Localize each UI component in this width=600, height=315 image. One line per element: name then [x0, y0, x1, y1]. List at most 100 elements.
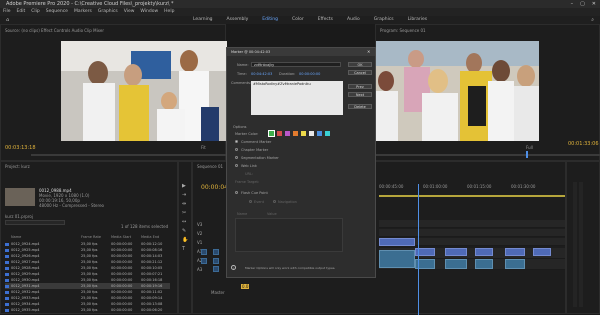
pen-tool-icon[interactable]: ✎: [182, 227, 188, 236]
audio-clip[interactable]: [505, 259, 525, 269]
video-clip[interactable]: [445, 248, 467, 256]
type-comment-marker[interactable]: Comment Marker: [241, 140, 271, 144]
search-icon[interactable]: ⌕: [591, 16, 594, 24]
source-monitor-tab[interactable]: Source: (no clips) Effect Controls Audio…: [5, 28, 104, 33]
project-row[interactable]: 0012_0935.mp4 25,00 fps 00:00:00:00 00:00:0…: [5, 307, 170, 313]
audio-clip[interactable]: [379, 250, 415, 268]
menu-sequence[interactable]: Sequence: [46, 8, 68, 16]
next-button[interactable]: Next: [348, 92, 372, 97]
ruler-label: 00:01:00:00: [423, 184, 448, 189]
program-scrub-bar[interactable]: [376, 154, 600, 156]
radio-event[interactable]: [249, 200, 252, 203]
info-icon: i: [231, 265, 236, 270]
menu-help[interactable]: Help: [164, 8, 174, 16]
program-zoom-select[interactable]: Full: [526, 145, 533, 150]
source-patch-a1[interactable]: [201, 258, 207, 264]
radio-chapter-marker[interactable]: [235, 148, 238, 151]
source-scrub-bar[interactable]: [31, 154, 227, 156]
cancel-button[interactable]: Cancel: [348, 70, 372, 75]
workspace-editing[interactable]: Editing: [262, 16, 278, 24]
selection-tool-icon[interactable]: ▶: [182, 182, 188, 191]
home-icon[interactable]: ⌂: [6, 16, 9, 24]
source-zoom-select[interactable]: Fit: [201, 145, 206, 150]
workspace-audio[interactable]: Audio: [347, 16, 360, 24]
project-search-input[interactable]: [5, 220, 65, 225]
delete-button[interactable]: Delete: [348, 104, 372, 109]
audio-clip[interactable]: [445, 259, 467, 269]
workspace-graphics[interactable]: Graphics: [374, 16, 394, 24]
marker-color-swatch[interactable]: [309, 131, 314, 136]
radio-comment-marker[interactable]: [235, 140, 238, 143]
type-flash-cue-point[interactable]: Flash Cue Point: [241, 191, 268, 195]
radio-web-link[interactable]: [235, 164, 238, 167]
minimize-button[interactable]: –: [571, 0, 574, 8]
slip-tool-icon[interactable]: ↔: [182, 218, 188, 227]
maximize-button[interactable]: ▢: [580, 0, 585, 8]
master-volume[interactable]: 0.0: [241, 284, 250, 289]
menu-edit[interactable]: Edit: [17, 8, 26, 16]
project-tab[interactable]: Project: kurz: [5, 164, 30, 169]
radio-flash-cue-point[interactable]: [235, 191, 238, 194]
workspace-learning[interactable]: Learning: [193, 16, 213, 24]
comments-textarea[interactable]: #MistoRodiny#ZvětraniePodniku: [251, 81, 343, 115]
menu-clip[interactable]: Clip: [31, 8, 40, 16]
marker-color-swatch[interactable]: [293, 131, 298, 136]
workspace-effects[interactable]: Effects: [318, 16, 333, 24]
type-chapter-marker[interactable]: Chapter Marker: [241, 148, 268, 152]
track-v2[interactable]: [379, 229, 565, 237]
type-tool-icon[interactable]: T: [182, 245, 188, 254]
menu-file[interactable]: File: [3, 8, 11, 16]
video-clip[interactable]: [533, 248, 551, 256]
workspace-color[interactable]: Color: [292, 16, 304, 24]
name-field[interactable]: zvětrávajky: [251, 62, 341, 67]
track-v3[interactable]: [379, 220, 565, 228]
clip-color-label: [5, 278, 9, 282]
column-frame-rate[interactable]: Frame Rate: [81, 234, 101, 240]
source-patch-v1[interactable]: [201, 249, 207, 255]
track-target-a1[interactable]: [213, 258, 219, 264]
close-window-button[interactable]: ✕: [592, 0, 596, 8]
marker-color-swatch[interactable]: [325, 131, 330, 136]
video-clip[interactable]: [505, 248, 525, 256]
timeline-tab[interactable]: Sequence 01: [197, 164, 223, 169]
prev-button[interactable]: Prev: [348, 84, 372, 89]
type-segmentation-marker[interactable]: Segmentation Marker: [241, 156, 279, 160]
close-icon[interactable]: ✕: [367, 49, 370, 54]
column-media-end[interactable]: Media End: [141, 234, 159, 240]
ok-button[interactable]: OK: [348, 62, 372, 67]
track-select-icon[interactable]: ⇥: [182, 191, 188, 200]
timeline-playhead[interactable]: [418, 184, 419, 315]
video-clip[interactable]: [475, 248, 493, 256]
marker-color-swatch[interactable]: [317, 131, 322, 136]
duration-value[interactable]: 00:00:00:00: [299, 72, 320, 76]
menu-graphics[interactable]: Graphics: [98, 8, 118, 16]
marker-color-swatch[interactable]: [268, 130, 275, 137]
timeline-ruler[interactable]: 00:00:45:00 00:01:00:00 00:01:15:00 00:0…: [379, 184, 565, 194]
time-value[interactable]: 00:04:42:03: [251, 72, 272, 76]
column-name[interactable]: Name: [11, 234, 21, 240]
marker-color-swatch[interactable]: [285, 131, 290, 136]
tools-panel: ▶ ⇥ ⇹ ✂ ↔ ✎ ✋ T: [178, 161, 192, 314]
track-target-a2[interactable]: [213, 266, 219, 272]
menu-markers[interactable]: Markers: [74, 8, 92, 16]
hand-tool-icon[interactable]: ✋: [182, 236, 188, 245]
menu-window[interactable]: Window: [140, 8, 158, 16]
type-web-link[interactable]: Web Link: [241, 164, 257, 168]
program-monitor-tab[interactable]: Program: Sequence 01: [380, 28, 426, 33]
work-area-bar[interactable]: [379, 195, 565, 197]
audio-clip[interactable]: [475, 259, 493, 269]
column-media-start[interactable]: Media Start: [111, 234, 131, 240]
menu-view[interactable]: View: [124, 8, 135, 16]
workspace-assembly[interactable]: Assembly: [227, 16, 249, 24]
marker-color-swatch[interactable]: [277, 131, 282, 136]
track-target-v1[interactable]: [213, 249, 219, 255]
program-playhead[interactable]: [526, 151, 528, 158]
radio-navigation[interactable]: [273, 200, 276, 203]
marker-color-swatch[interactable]: [301, 131, 306, 136]
video-clip[interactable]: [379, 238, 415, 246]
radio-segmentation-marker[interactable]: [235, 156, 238, 159]
ripple-edit-icon[interactable]: ⇹: [182, 200, 188, 209]
razor-tool-icon[interactable]: ✂: [182, 209, 188, 218]
cue-point-table[interactable]: [235, 218, 343, 252]
workspace-libraries[interactable]: Libraries: [408, 16, 427, 24]
